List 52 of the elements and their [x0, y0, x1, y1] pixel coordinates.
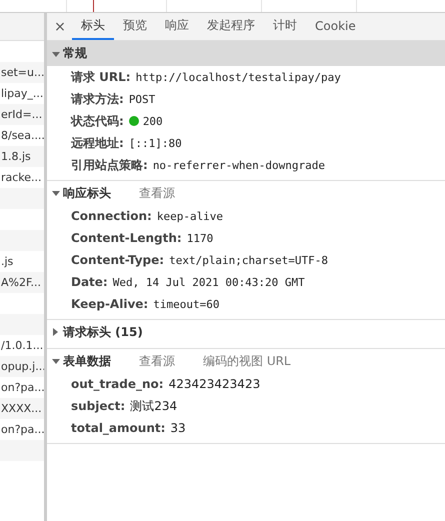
header-value: http://localhost/testalipay/pay	[136, 70, 341, 84]
tab[interactable]: 响应	[156, 13, 198, 40]
section-toggle[interactable]: 请求标头 (15)	[52, 324, 143, 340]
view-link[interactable]: 查看源	[139, 352, 175, 370]
header-name: Keep-Alive:	[71, 297, 148, 311]
request-row[interactable]: 8/sea....	[0, 125, 44, 146]
header-value: 423423423423	[168, 377, 260, 391]
header-value: 33	[170, 421, 186, 435]
request-row[interactable]: 1.8.js	[0, 146, 44, 167]
view-link[interactable]: 编码的视图 URL	[203, 352, 291, 370]
request-row[interactable]: erId=...	[0, 104, 44, 125]
header-name: Content-Type:	[71, 253, 164, 267]
header-value: [::1]:80	[128, 136, 182, 150]
header-name: subject:	[71, 399, 126, 413]
request-row[interactable]: on?pa...	[0, 377, 44, 398]
header-name: Content-Length:	[71, 231, 182, 245]
header-name: 远程地址:	[71, 134, 124, 152]
header-value: keep-alive	[156, 210, 224, 222]
request-row[interactable]: lipay_...	[0, 83, 44, 104]
header-name: out_trade_no:	[71, 377, 164, 391]
header-value: timeout=60	[153, 298, 220, 310]
header-value: 测试234	[130, 398, 178, 414]
header-name: 引用站点策略:	[71, 156, 148, 174]
header-value: text/plain;charset=UTF-8	[169, 254, 328, 266]
header-name: Connection:	[71, 209, 152, 223]
header-value: 1170	[186, 232, 214, 244]
request-row[interactable]: racke...	[0, 167, 44, 188]
header-value: no-referrer-when-downgrade	[152, 158, 325, 172]
tab[interactable]: 计时	[264, 13, 306, 40]
section-toggle[interactable]: 表单数据	[52, 352, 111, 370]
request-row[interactable]: on?pa...	[0, 419, 44, 440]
request-row[interactable]: A%2F...	[0, 272, 44, 293]
request-row[interactable]: set=u...	[0, 62, 44, 83]
list-header	[0, 13, 44, 41]
section-toggle[interactable]: 常规	[52, 45, 87, 62]
request-row[interactable]: XXXX...	[0, 398, 44, 419]
header-name: 请求方法:	[71, 90, 124, 108]
section-toggle[interactable]: 响应标头	[52, 184, 111, 202]
tab[interactable]: Cookie	[306, 13, 365, 40]
header-name: 状态代码:	[71, 112, 124, 130]
header-value: Wed, 14 Jul 2021 00:43:20 GMT	[112, 276, 305, 288]
request-row[interactable]: /1.0.1...	[0, 335, 44, 356]
tab[interactable]: 预览	[114, 13, 156, 40]
header-value: POST	[128, 92, 156, 106]
request-row[interactable]: .js	[0, 251, 44, 272]
header-name: 请求 URL:	[71, 68, 131, 86]
header-name: total_amount:	[71, 421, 166, 435]
view-link[interactable]: 查看源	[139, 184, 175, 202]
header-value: 200	[142, 114, 163, 128]
close-button[interactable]: ×	[53, 13, 67, 40]
header-name: Date:	[71, 275, 108, 289]
tab[interactable]: 发起程序	[198, 13, 264, 40]
